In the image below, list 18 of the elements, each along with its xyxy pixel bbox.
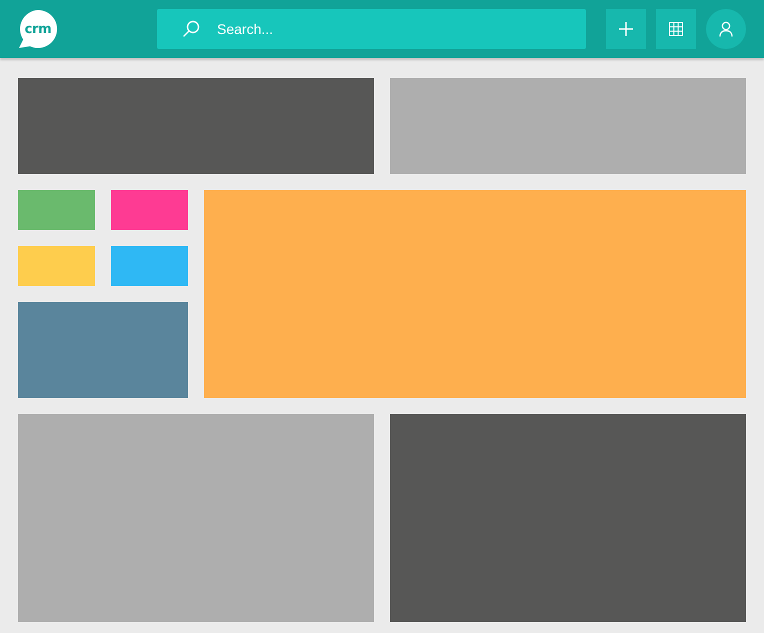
tile[interactable]: [111, 246, 188, 286]
tile[interactable]: [18, 190, 95, 230]
apps-button[interactable]: [656, 9, 696, 49]
tile[interactable]: [204, 190, 746, 398]
search-field[interactable]: Search...: [157, 9, 586, 49]
tile[interactable]: [18, 78, 374, 174]
tile[interactable]: [390, 414, 746, 622]
plus-icon: [618, 21, 634, 37]
tile[interactable]: [390, 78, 746, 174]
add-button[interactable]: [606, 9, 646, 49]
profile-button[interactable]: [706, 9, 746, 49]
tile[interactable]: [111, 190, 188, 230]
tile[interactable]: [18, 414, 374, 622]
logo[interactable]: crm: [18, 9, 58, 49]
user-icon: [719, 21, 733, 37]
grid-icon: [669, 22, 683, 36]
tile[interactable]: [18, 246, 95, 286]
tile[interactable]: [18, 302, 188, 398]
